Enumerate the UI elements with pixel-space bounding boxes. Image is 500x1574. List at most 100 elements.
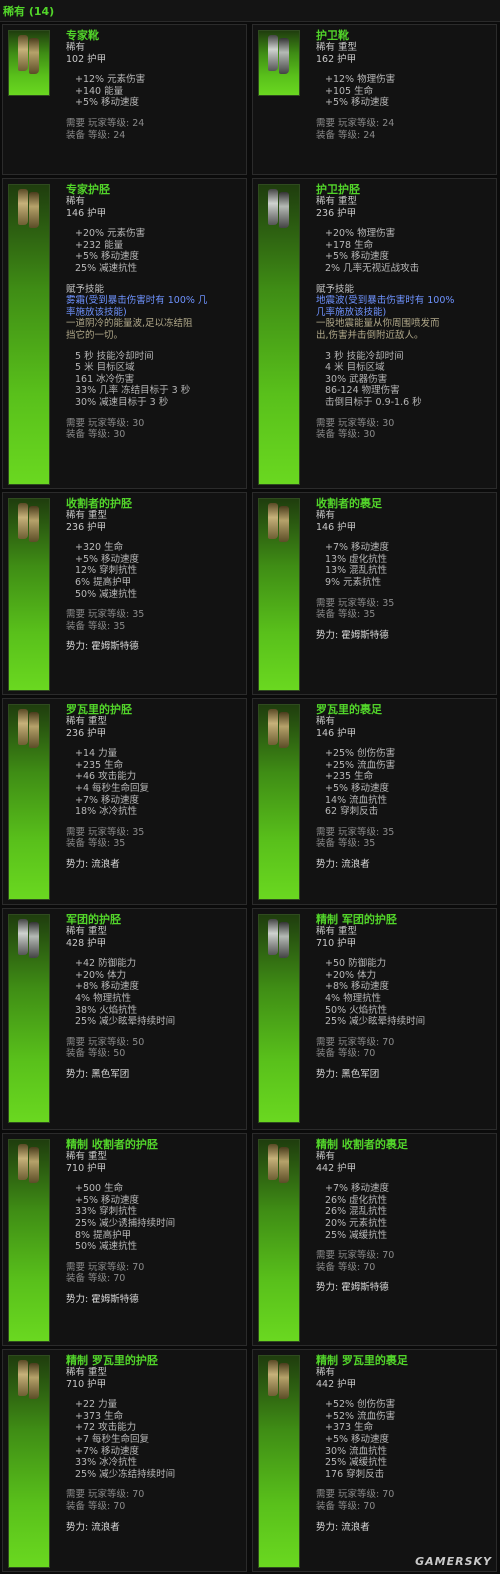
item-level-label: 装备 等级:	[316, 1261, 361, 1273]
faction-label: 势力:	[316, 1282, 339, 1294]
faction-value: 流浪者	[91, 1521, 120, 1533]
item-thumbnail[interactable]	[258, 704, 300, 900]
item-thumbnail[interactable]	[8, 1139, 50, 1342]
item-thumbnail[interactable]	[8, 704, 50, 900]
stat-line: 62 穿刺反击	[325, 806, 379, 818]
required-item-level: 装备 等级: 24	[66, 130, 242, 142]
stat-line: +12% 元素伤害	[75, 74, 146, 86]
stat-list: +500 生命 +5% 移动速度 33% 穿刺抗性 25% 减少诱捕持续时间 8% 提高…	[66, 1183, 242, 1253]
stat-line: +7 每秒生命回复	[75, 1433, 150, 1445]
item-card[interactable]: 精制 收割者的护胫 稀有 重型 710 护甲 +500 生命 +5% 移动速度 33% 穿…	[2, 1133, 247, 1346]
item-faction: 势力: 霍姆斯特德	[66, 641, 242, 653]
faction-label: 势力:	[316, 629, 339, 641]
stat-line: +42 防御能力	[75, 958, 137, 970]
faction-label: 势力:	[316, 858, 339, 870]
stat-line: 26% 虚化抗性	[325, 1194, 388, 1206]
stat-line: 4% 物理抗性	[75, 992, 132, 1004]
stat-list: +52% 创伤伤害 +52% 流血伤害 +373 生命 +5% 移动速度 30% 流血抗…	[316, 1399, 492, 1480]
item-rarity: 稀有 重型	[66, 716, 108, 727]
stat-list: +42 防御能力 +20% 体力 +8% 移动速度 4% 物理抗性 38% 火焰抗性 25…	[66, 958, 242, 1028]
stat-line: 20% 元素抗性	[325, 1217, 388, 1229]
item-card[interactable]: 军团的护胫 稀有 重型 428 护甲 +42 防御能力 +20% 体力 +8% 移动速度 4…	[2, 908, 247, 1130]
stat-line: +72 攻击能力	[75, 1422, 137, 1434]
item-card[interactable]: 精制 罗瓦里的裹足 稀有 442 护甲 +52% 创伤伤害 +52% 流血伤害 +373 …	[252, 1349, 497, 1572]
stat-line: 4% 物理抗性	[325, 992, 382, 1004]
item-thumbnail[interactable]	[8, 30, 50, 96]
item-thumbnail[interactable]	[258, 1139, 300, 1342]
item-card[interactable]: 罗瓦里的护胫 稀有 重型 236 护甲 +14 力量 +235 生命 +46 攻击能力 +4…	[2, 698, 247, 905]
stat-line: +20% 体力	[75, 969, 127, 981]
boots-icon	[268, 503, 292, 542]
stat-line: 26% 混乱抗性	[325, 1206, 388, 1218]
player-level-value: 70	[382, 1489, 395, 1501]
faction-value: 霍姆斯特德	[91, 641, 139, 653]
required-player-level: 需要 玩家等级: 70	[316, 1489, 492, 1501]
item-card[interactable]: 精制 罗瓦里的护胫 稀有 重型 710 护甲 +22 力量 +373 生命 +72 攻击能…	[2, 1349, 247, 1572]
item-armor: 710 护甲	[66, 1378, 107, 1390]
item-card[interactable]: 罗瓦里的裹足 稀有 146 护甲 +25% 创伤伤害 +25% 流血伤害 +235 生命 +…	[252, 698, 497, 905]
item-rarity: 稀有	[66, 196, 86, 207]
item-card[interactable]: 精制 军团的护胫 稀有 重型 710 护甲 +50 防御能力 +20% 体力 +8% 移动…	[252, 908, 497, 1130]
stat-line: 50% 减速抗性	[75, 1241, 138, 1253]
boots-icon	[268, 189, 292, 228]
required-item-level: 装备 等级: 35	[66, 621, 242, 633]
item-thumbnail[interactable]	[258, 184, 300, 485]
faction-label: 势力:	[66, 1068, 89, 1080]
stat-line: +52% 创伤伤害	[325, 1399, 396, 1411]
item-thumbnail[interactable]	[8, 914, 50, 1123]
player-level-label: 需要 玩家等级:	[66, 1036, 130, 1048]
stat-line: 50% 火焰抗性	[325, 1004, 388, 1016]
player-level-label: 需要 玩家等级:	[316, 1250, 380, 1262]
boots-icon	[18, 503, 42, 542]
skill-stat-line: 30% 武器伤害	[325, 373, 388, 385]
watermark-logo: GAMERSKY	[415, 1555, 492, 1568]
item-thumbnail[interactable]	[258, 498, 300, 691]
item-thumbnail[interactable]	[8, 498, 50, 691]
item-faction: 势力: 流浪者	[66, 859, 242, 871]
player-level-value: 35	[382, 826, 395, 838]
item-rarity: 稀有	[316, 1151, 336, 1162]
player-level-value: 24	[382, 117, 395, 129]
item-card[interactable]: 收割者的护胫 稀有 重型 236 护甲 +320 生命 +5% 移动速度 12% 穿刺抗性…	[2, 492, 247, 695]
stat-line: +25% 流血伤害	[325, 759, 396, 771]
item-thumbnail[interactable]	[8, 1355, 50, 1568]
item-level-label: 装备 等级:	[66, 429, 111, 441]
item-armor: 236 护甲	[66, 727, 107, 739]
item-card[interactable]: 护卫靴 稀有 重型 162 护甲 +12% 物理伤害 +105 生命 +5% 移动速度 需要…	[252, 24, 497, 175]
player-level-label: 需要 玩家等级:	[66, 117, 130, 129]
stat-line: 18% 冰冷抗性	[75, 806, 138, 818]
item-thumbnail[interactable]	[258, 1355, 300, 1568]
skill-stat-list: 5 秒 技能冷却时间 5 米 目标区域 161 冰冷伤害 33% 几率 冻结目标于 3…	[66, 351, 242, 409]
item-name: 精制 军团的护胫	[316, 913, 397, 926]
item-card[interactable]: 专家靴 稀有 102 护甲 +12% 元素伤害 +140 能量 +5% 移动速度 需要 玩家…	[2, 24, 247, 175]
item-thumbnail[interactable]	[258, 914, 300, 1123]
required-player-level: 需要 玩家等级: 35	[316, 598, 492, 610]
required-player-level: 需要 玩家等级: 35	[316, 827, 492, 839]
item-card[interactable]: 专家护胫 稀有 146 护甲 +20% 元素伤害 +232 能量 +5% 移动速度 25% …	[2, 178, 247, 489]
item-thumbnail[interactable]	[258, 30, 300, 96]
skill-description-cont: 出,伤害并击倒附近敌人。	[316, 329, 424, 341]
item-armor: 146 护甲	[66, 207, 107, 219]
stat-list: +14 力量 +235 生命 +46 攻击能力 +4 每秒生命回复 +7% 移动速度 18…	[66, 748, 242, 818]
stat-line: +373 生命	[75, 1410, 124, 1422]
item-card[interactable]: 收割者的裹足 稀有 146 护甲 +7% 移动速度 13% 虚化抗性 13% 混乱抗性 9%…	[252, 492, 497, 695]
item-armor: 146 护甲	[316, 727, 357, 739]
item-card[interactable]: 精制 收割者的裹足 稀有 442 护甲 +7% 移动速度 26% 虚化抗性 26% 混乱抗…	[252, 1133, 497, 1346]
item-level-value: 50	[113, 1048, 126, 1060]
item-name: 收割者的护胫	[66, 497, 132, 510]
item-armor: 146 护甲	[316, 521, 357, 533]
item-level-label: 装备 等级:	[66, 620, 111, 632]
item-card[interactable]: 护卫护胫 稀有 重型 236 护甲 +20% 物理伤害 +178 生命 +5% 移动速度 2…	[252, 178, 497, 489]
item-level-value: 70	[113, 1273, 126, 1285]
skill-stat-line: 30% 减速目标于 3 秒	[75, 396, 169, 408]
faction-value: 流浪者	[91, 858, 120, 870]
stat-line: +12% 物理伤害	[325, 74, 396, 86]
item-thumbnail[interactable]	[8, 184, 50, 485]
item-details: 精制 收割者的护胫 稀有 重型 710 护甲 +500 生命 +5% 移动速度 33% 穿…	[66, 1138, 242, 1306]
item-level-value: 70	[363, 1500, 376, 1512]
